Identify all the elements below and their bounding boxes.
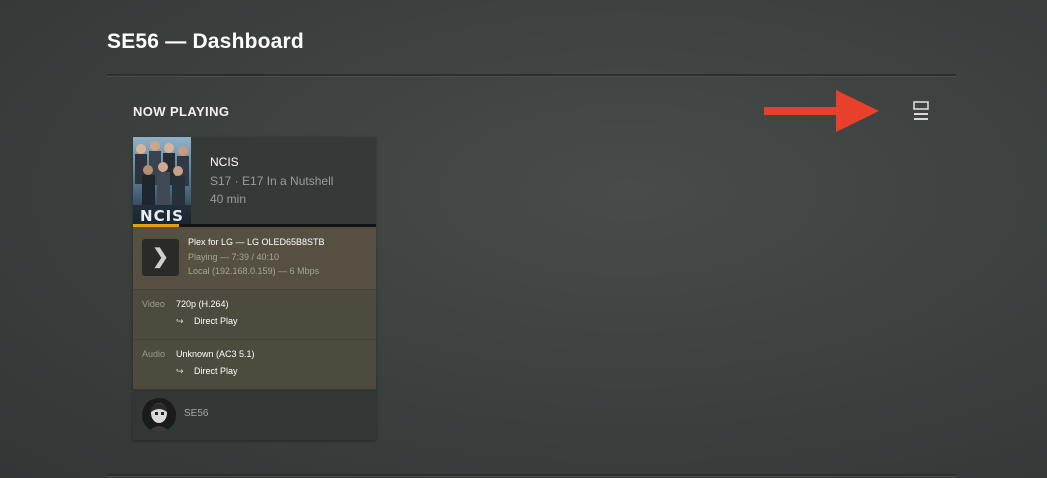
header-divider: [107, 74, 956, 77]
network-info: Local (192.168.0.159) — 6 Mbps: [188, 266, 320, 276]
audio-stream-row: Audio Unknown (AC3 5.1) ↪ Direct Play: [133, 339, 376, 389]
avatar[interactable]: [142, 398, 176, 432]
audio-decision: ↪ Direct Play: [176, 366, 238, 377]
video-label: Video: [142, 299, 165, 309]
poster-image[interactable]: NCIS: [133, 137, 191, 224]
now-playing-heading: NOW PLAYING: [133, 104, 230, 119]
chevron-right-icon: ❯: [152, 246, 169, 268]
video-decision-label: Direct Play: [194, 316, 238, 326]
avatar-image: [142, 398, 176, 432]
player-name: Plex for LG — LG OLED65B8STB: [188, 237, 325, 247]
poster-artwork: NCIS: [133, 137, 191, 224]
user-name: SE56: [184, 408, 209, 419]
player-icon: ❯: [142, 239, 179, 276]
audio-format: Unknown (AC3 5.1): [176, 349, 255, 359]
player-info: ❯ Plex for LG — LG OLED65B8STB Playing —…: [133, 227, 376, 289]
video-decision: ↪ Direct Play: [176, 316, 238, 327]
redirect-arrow-icon: ↪: [176, 316, 184, 326]
poster-logo: NCIS: [140, 207, 184, 224]
playback-state: Playing — 7:39 / 40:10: [188, 252, 280, 262]
page-title: SE56 — Dashboard: [107, 30, 304, 53]
video-format: 720p (H.264): [176, 299, 229, 309]
now-playing-card[interactable]: NCIS NCIS S17 · E17 In a Nutshell 40 min…: [133, 137, 376, 440]
audio-label: Audio: [142, 349, 166, 359]
video-stream-row: Video 720p (H.264) ↪ Direct Play: [133, 289, 376, 339]
user-row[interactable]: SE56: [133, 389, 376, 440]
media-info[interactable]: NCIS NCIS S17 · E17 In a Nutshell 40 min: [133, 137, 376, 224]
redirect-arrow-icon: ↪: [176, 366, 184, 376]
duration: 40 min: [210, 192, 247, 206]
audio-decision-label: Direct Play: [194, 366, 238, 376]
list-layout-icon[interactable]: [911, 100, 931, 122]
footer-divider: [107, 474, 956, 477]
show-title[interactable]: NCIS: [210, 155, 239, 169]
episode-title: S17 · E17 In a Nutshell: [210, 174, 334, 188]
annotation-arrow-icon: [764, 90, 879, 132]
